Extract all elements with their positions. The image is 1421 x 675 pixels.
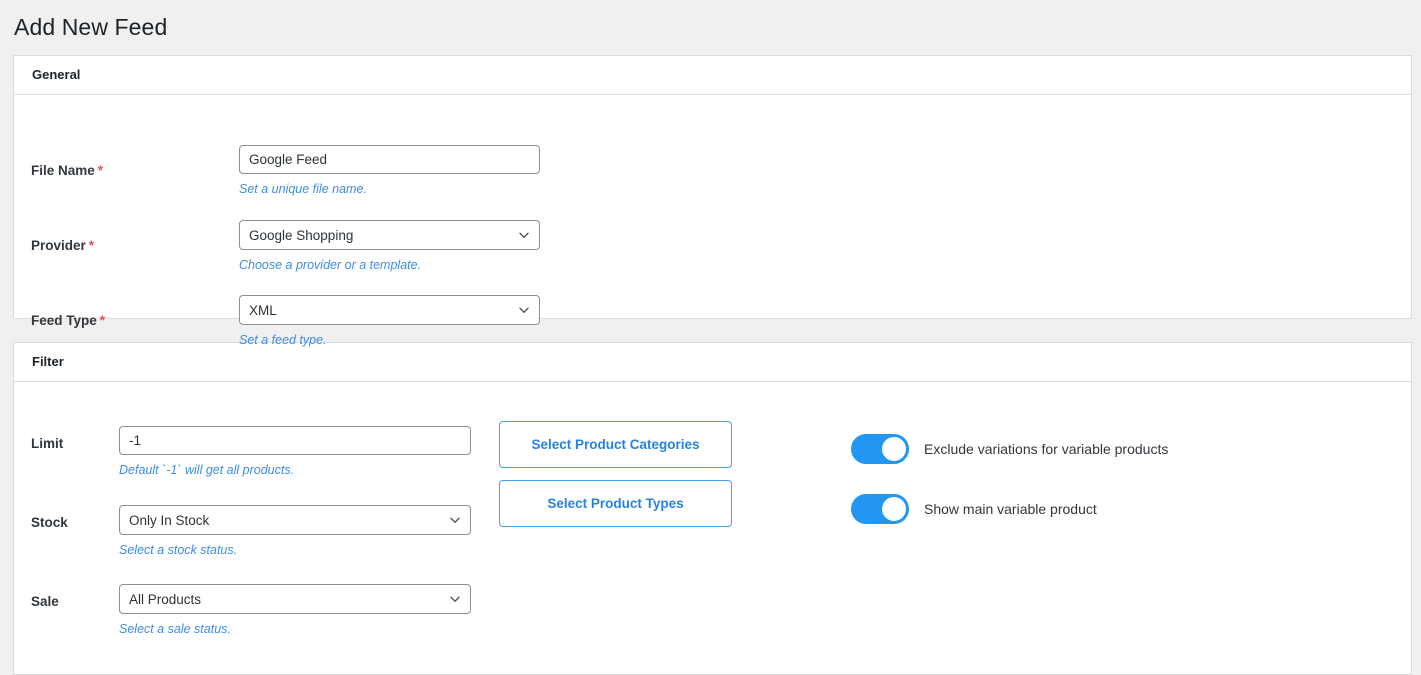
show-main-variable-product-toggle[interactable] [851,494,909,525]
feed-type-help-text: Set a feed type. [239,333,327,348]
general-panel: General File Name* Set a unique file nam… [13,54,1412,347]
field-control-limit: Default `-1` will get all products. [119,426,471,480]
select-product-types-button[interactable]: Select Product Types [499,480,732,528]
toggle-row-show-main-variable: Show main variable product [851,494,1097,525]
general-panel-header: General [14,56,1411,96]
toggle-row-exclude-variations: Exclude variations for variable products [851,434,1169,465]
required-asterisk: * [88,238,95,254]
field-label-file-name: File Name * [31,163,103,178]
chevron-down-icon [518,229,530,241]
field-control-feed-type: XML Set a feed type. [239,295,540,350]
stock-help-text: Select a stock status. [119,543,238,558]
stock-select-value: Only In Stock [129,512,210,528]
file-name-input[interactable] [239,145,540,175]
sale-select-value: All Products [129,591,202,607]
filter-panel-body: Limit Default `-1` will get all products… [14,382,1411,674]
field-control-stock: Only In Stock Select a stock status. [119,505,471,560]
field-control-provider: Google Shopping Choose a provider or a t… [239,220,540,275]
filter-panel: Filter Limit Default `-1` will get all p… [13,342,1412,675]
field-label-provider: Provider * [31,238,94,253]
feed-type-select[interactable]: XML [239,295,540,326]
required-asterisk: * [97,163,104,179]
stock-select[interactable]: Only In Stock [119,505,471,536]
field-label-stock: Stock [31,515,68,531]
field-label-limit: Limit [31,436,64,452]
page-title: Add New Feed [14,14,168,40]
field-label-sale: Sale [31,594,59,610]
required-asterisk: * [99,313,106,329]
feed-type-select-value: XML [249,302,277,318]
select-product-categories-button[interactable]: Select Product Categories [499,421,732,469]
provider-help-text: Choose a provider or a template. [239,258,422,273]
limit-input[interactable] [119,426,471,456]
field-label-provider-text: Provider [31,238,86,254]
general-panel-body: File Name* Set a unique file name. Provi… [14,95,1411,347]
toggle-knob [882,437,906,462]
provider-select-value: Google Shopping [249,227,354,243]
toggle-knob [882,497,906,522]
chevron-down-icon [449,514,461,526]
page-root: Add New Feed General File Name* Set a un… [0,0,1421,675]
exclude-variations-toggle-label: Exclude variations for variable products [924,441,1169,458]
limit-help-text: Default `-1` will get all products. [119,463,295,478]
filter-panel-header: Filter [14,343,1411,383]
exclude-variations-toggle[interactable] [851,434,909,465]
file-name-help-text: Set a unique file name. [239,182,367,197]
chevron-down-icon [449,593,461,605]
field-control-file-name: Set a unique file name. [239,145,540,199]
show-main-variable-product-toggle-label: Show main variable product [924,501,1097,518]
field-label-feed-type-text: Feed Type [31,313,97,329]
field-label-file-name-text: File Name [31,163,95,179]
field-control-sale: All Products Select a sale status. [119,584,471,639]
provider-select[interactable]: Google Shopping [239,220,540,251]
chevron-down-icon [518,304,530,316]
sale-select[interactable]: All Products [119,584,471,615]
field-label-feed-type: Feed Type * [31,313,105,328]
sale-help-text: Select a sale status. [119,622,231,637]
